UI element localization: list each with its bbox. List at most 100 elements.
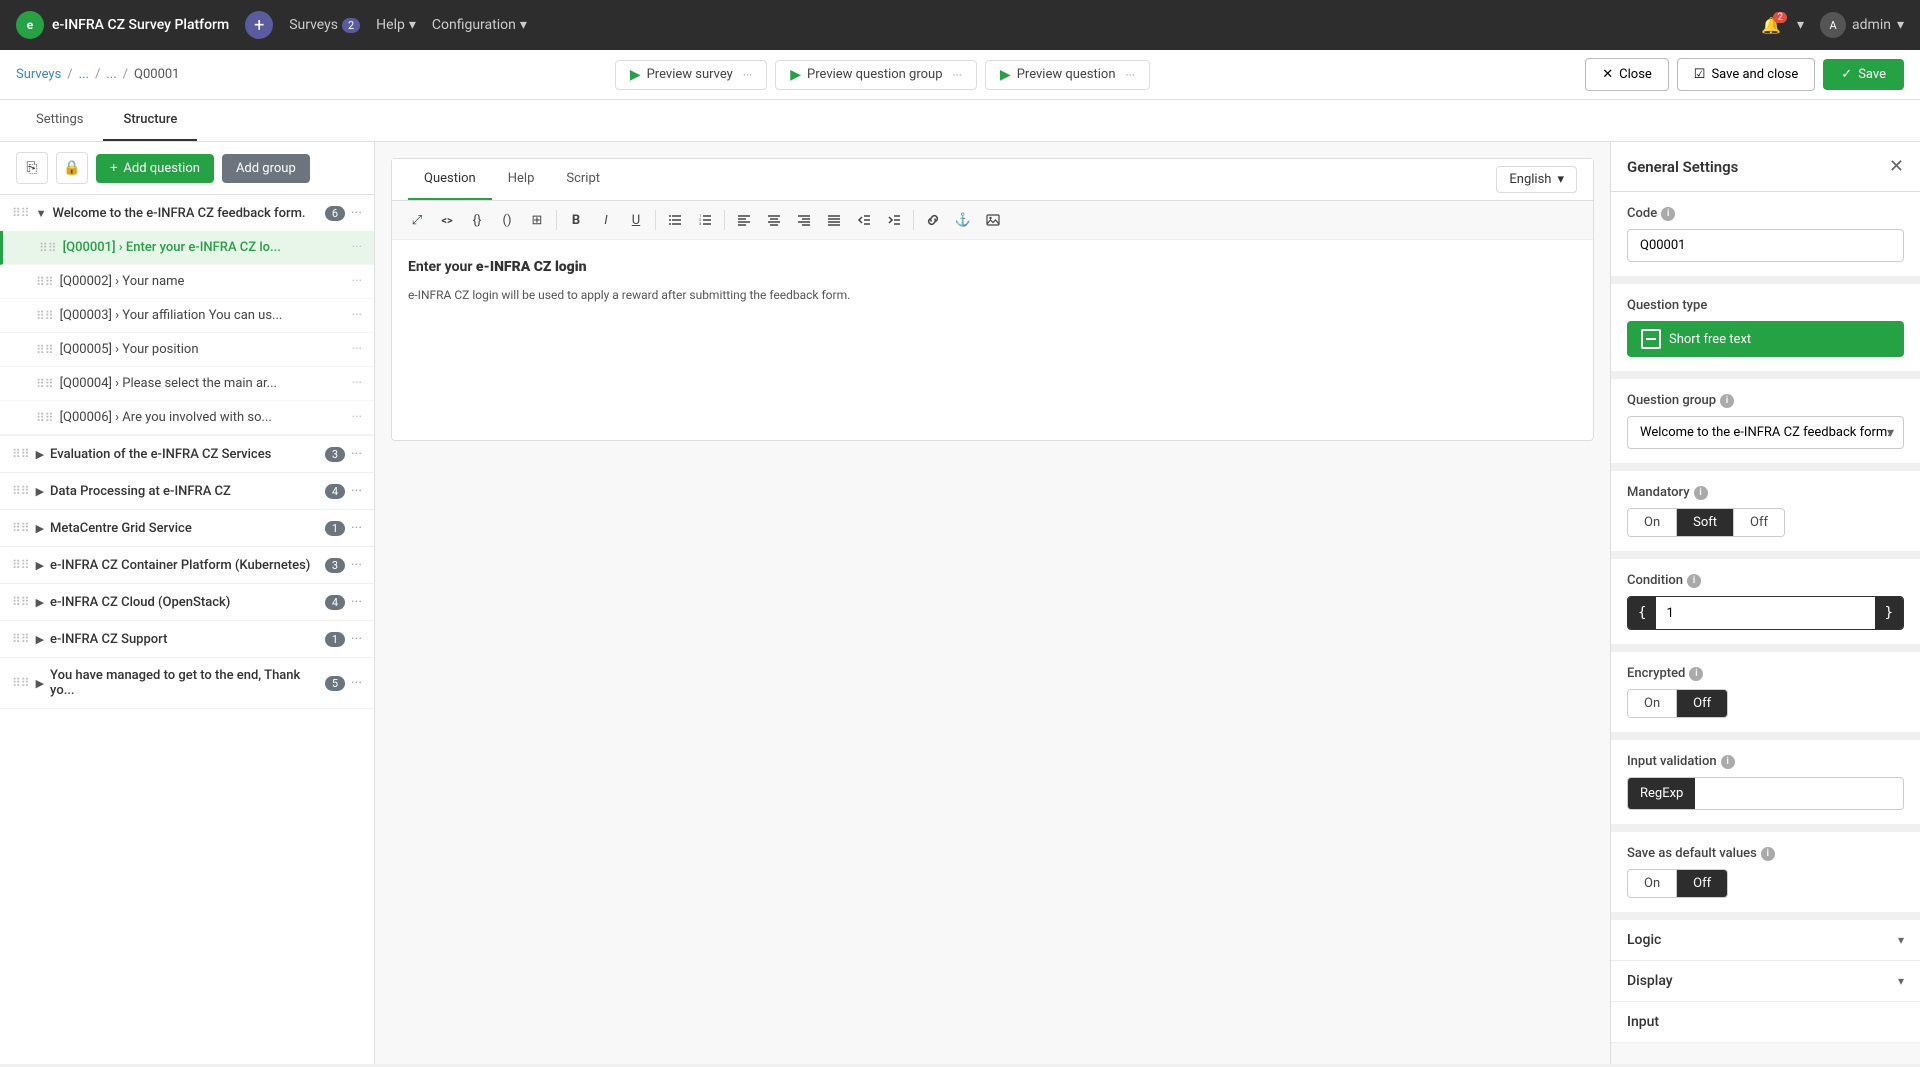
toolbar-list-ol-button[interactable]: 123 xyxy=(692,207,718,233)
configuration-nav-link[interactable]: Configuration ▾ xyxy=(432,17,527,33)
add-group-button[interactable]: Add group xyxy=(222,154,310,183)
toolbar-parentheses-button[interactable]: () xyxy=(494,207,520,233)
toolbar-align-center-button[interactable] xyxy=(761,207,787,233)
list-item[interactable]: ⠿⠿ [Q00003] › Your affiliation You can u… xyxy=(0,299,374,333)
display-header[interactable]: Display ▾ xyxy=(1611,961,1920,1001)
list-item[interactable]: ⠿⠿ [Q00004] › Please select the main ar.… xyxy=(0,367,374,401)
question-menu-icon[interactable]: ··· xyxy=(352,410,362,425)
encrypted-info-icon[interactable]: i xyxy=(1689,667,1703,681)
expand-icon[interactable]: ▶ xyxy=(36,596,44,609)
toolbar-expand-button[interactable]: ⤢ xyxy=(404,207,430,233)
save-close-button[interactable]: ☑ Save and close xyxy=(1677,58,1815,91)
language-select[interactable]: English ▾ xyxy=(1496,166,1577,193)
mandatory-soft-button[interactable]: Soft xyxy=(1677,509,1734,536)
toolbar-indent-left-button[interactable] xyxy=(851,207,877,233)
close-button[interactable]: ✕ Close xyxy=(1585,58,1669,91)
group-menu-icon[interactable]: ··· xyxy=(351,205,362,221)
toolbar-link-button[interactable] xyxy=(920,207,946,233)
toolbar-align-justify-button[interactable] xyxy=(821,207,847,233)
condition-input[interactable] xyxy=(1656,597,1874,629)
group-header[interactable]: ⠿⠿ ▶ e-INFRA CZ Cloud (OpenStack) 4 ··· xyxy=(0,584,374,620)
breadcrumb-dots1[interactable]: ... xyxy=(79,67,89,82)
regexp-label-button[interactable]: RegExp xyxy=(1628,778,1695,809)
expand-icon[interactable]: ▶ xyxy=(36,677,44,690)
save-default-off-button[interactable]: Off xyxy=(1677,870,1727,897)
group-menu-icon[interactable]: ··· xyxy=(351,520,362,536)
group-menu-icon[interactable]: ··· xyxy=(351,557,362,573)
input-validation-info-icon[interactable]: i xyxy=(1721,755,1735,769)
group-menu-icon[interactable]: ··· xyxy=(351,483,362,499)
input-header[interactable]: Input xyxy=(1611,1002,1920,1042)
save-button[interactable]: ✓ Save xyxy=(1823,59,1904,90)
regexp-input[interactable] xyxy=(1695,778,1903,809)
encrypted-off-button[interactable]: Off xyxy=(1677,690,1727,717)
tab-structure[interactable]: Structure xyxy=(103,100,197,141)
nav-dropdown-arrow[interactable]: ▾ xyxy=(1797,17,1804,33)
condition-info-icon[interactable]: i xyxy=(1687,574,1701,588)
question-menu-icon[interactable]: ··· xyxy=(352,342,362,357)
group-menu-icon[interactable]: ··· xyxy=(351,631,362,647)
group-header[interactable]: ⠿⠿ ▶ MetaCentre Grid Service 1 ··· xyxy=(0,510,374,546)
toolbar-table-button[interactable]: ⊞ xyxy=(524,207,550,233)
preview-q-more[interactable]: ··· xyxy=(1126,68,1135,82)
toolbar-underline-button[interactable]: U xyxy=(623,207,649,233)
toolbar-anchor-button[interactable]: ⚓ xyxy=(950,207,976,233)
preview-survey-more[interactable]: ··· xyxy=(743,68,752,82)
group-header[interactable]: ⠿⠿ ▼ Welcome to the e-INFRA CZ feedback … xyxy=(0,195,374,231)
preview-qgroup-more[interactable]: ··· xyxy=(953,68,962,82)
breadcrumb-surveys[interactable]: Surveys xyxy=(16,67,61,82)
encrypted-on-button[interactable]: On xyxy=(1628,690,1677,717)
surveys-nav-link[interactable]: Surveys 2 xyxy=(289,17,360,33)
tab-help[interactable]: Help xyxy=(492,159,551,200)
tab-settings[interactable]: Settings xyxy=(16,100,103,141)
list-item[interactable]: ⠿⠿ [Q00005] › Your position ··· xyxy=(0,333,374,367)
expand-icon[interactable]: ▼ xyxy=(36,207,47,220)
preview-survey-button[interactable]: ▶ Preview survey ··· xyxy=(615,60,767,90)
mandatory-on-button[interactable]: On xyxy=(1628,509,1677,536)
logic-header[interactable]: Logic ▾ xyxy=(1611,920,1920,960)
toolbar-list-ul-button[interactable] xyxy=(662,207,688,233)
preview-question-button[interactable]: ▶ Preview question ··· xyxy=(985,60,1150,90)
list-item[interactable]: ⠿⠿ [Q00001] › Enter your e-INFRA CZ lo..… xyxy=(0,231,374,265)
sidebar-lock-icon[interactable]: 🔒 xyxy=(56,152,88,184)
toolbar-image-button[interactable] xyxy=(980,207,1006,233)
toolbar-bold-button[interactable]: B xyxy=(563,207,589,233)
expand-icon[interactable]: ▶ xyxy=(36,522,44,535)
toolbar-align-left-button[interactable] xyxy=(731,207,757,233)
toolbar-align-right-button[interactable] xyxy=(791,207,817,233)
group-menu-icon[interactable]: ··· xyxy=(351,446,362,462)
list-item[interactable]: ⠿⠿ [Q00002] › Your name ··· xyxy=(0,265,374,299)
group-header[interactable]: ⠿⠿ ▶ e-INFRA CZ Container Platform (Kube… xyxy=(0,547,374,583)
mandatory-off-button[interactable]: Off xyxy=(1734,509,1784,536)
notifications-bell[interactable]: 🔔 2 xyxy=(1761,16,1781,35)
editor-content[interactable]: Enter your e-INFRA CZ login e-INFRA CZ l… xyxy=(392,240,1593,440)
question-group-info-icon[interactable]: i xyxy=(1720,394,1734,408)
toolbar-indent-right-button[interactable] xyxy=(881,207,907,233)
toolbar-braces-button[interactable]: {} xyxy=(464,207,490,233)
code-input[interactable] xyxy=(1627,229,1904,262)
expand-icon[interactable]: ▶ xyxy=(36,485,44,498)
breadcrumb-dots2[interactable]: ... xyxy=(106,67,116,82)
toolbar-italic-button[interactable]: I xyxy=(593,207,619,233)
group-menu-icon[interactable]: ··· xyxy=(351,594,362,610)
tab-question[interactable]: Question xyxy=(408,159,492,200)
question-type-button[interactable]: Short free text xyxy=(1627,321,1904,357)
expand-icon[interactable]: ▶ xyxy=(36,633,44,646)
expand-icon[interactable]: ▶ xyxy=(36,559,44,572)
save-default-info-icon[interactable]: i xyxy=(1761,847,1775,861)
mandatory-info-icon[interactable]: i xyxy=(1694,486,1708,500)
question-group-select[interactable]: Welcome to the e-INFRA CZ feedback form. xyxy=(1627,416,1904,449)
group-header[interactable]: ⠿⠿ ▶ You have managed to get to the end,… xyxy=(0,658,374,708)
list-item[interactable]: ⠿⠿ [Q00006] › Are you involved with so..… xyxy=(0,401,374,435)
question-menu-icon[interactable]: ··· xyxy=(352,274,362,289)
preview-question-group-button[interactable]: ▶ Preview question group ··· xyxy=(775,60,977,90)
group-header[interactable]: ⠿⠿ ▶ Data Processing at e-INFRA CZ 4 ··· xyxy=(0,473,374,509)
expand-icon[interactable]: ▶ xyxy=(36,448,44,461)
question-menu-icon[interactable]: ··· xyxy=(352,308,362,323)
sidebar-copy-icon[interactable]: ⎘ xyxy=(16,152,48,184)
add-question-button[interactable]: + Add question xyxy=(96,154,214,183)
group-menu-icon[interactable]: ··· xyxy=(351,675,362,691)
panel-close-button[interactable]: ✕ xyxy=(1889,156,1904,177)
group-header[interactable]: ⠿⠿ ▶ Evaluation of the e-INFRA CZ Servic… xyxy=(0,436,374,472)
group-header[interactable]: ⠿⠿ ▶ e-INFRA CZ Support 1 ··· xyxy=(0,621,374,657)
